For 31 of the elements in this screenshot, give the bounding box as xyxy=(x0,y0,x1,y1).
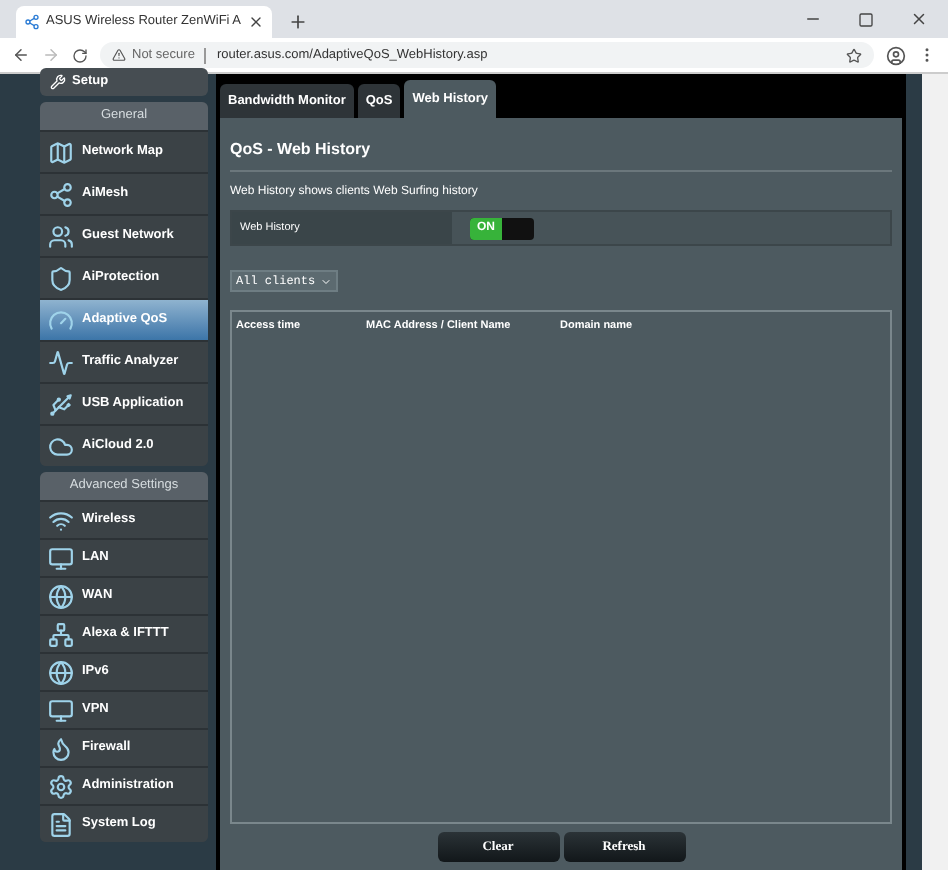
usb-icon xyxy=(48,391,74,417)
new-tab-icon[interactable] xyxy=(287,12,308,32)
close-icon[interactable] xyxy=(247,14,264,30)
scrollbar[interactable] xyxy=(922,74,948,870)
close-icon[interactable] xyxy=(910,10,928,28)
wrench-icon xyxy=(50,74,66,90)
back-icon[interactable] xyxy=(12,46,30,64)
document-icon xyxy=(48,811,74,837)
monitor-icon xyxy=(48,545,74,571)
flame-icon xyxy=(48,735,74,761)
shield-icon xyxy=(48,265,74,291)
map-icon xyxy=(48,139,74,165)
wifi-icon xyxy=(48,507,74,533)
page-title: QoS - Web History xyxy=(230,138,892,172)
account-icon[interactable] xyxy=(886,45,906,65)
globe-icon xyxy=(48,659,74,685)
globe-icon xyxy=(48,583,74,609)
maximize-icon[interactable] xyxy=(858,11,874,27)
gauge-icon xyxy=(48,307,74,333)
favicon-icon xyxy=(24,14,40,30)
nodes-icon xyxy=(48,181,74,207)
people-icon xyxy=(48,223,74,249)
settings-icon xyxy=(48,773,74,799)
star-icon[interactable] xyxy=(846,47,862,63)
cloud-icon xyxy=(48,433,74,459)
chevron-icon xyxy=(319,275,332,287)
network-icon xyxy=(48,621,74,647)
monitor-icon xyxy=(48,697,74,723)
pulse-icon xyxy=(48,349,74,375)
reload-icon[interactable] xyxy=(72,47,88,63)
warning-icon xyxy=(112,48,126,62)
